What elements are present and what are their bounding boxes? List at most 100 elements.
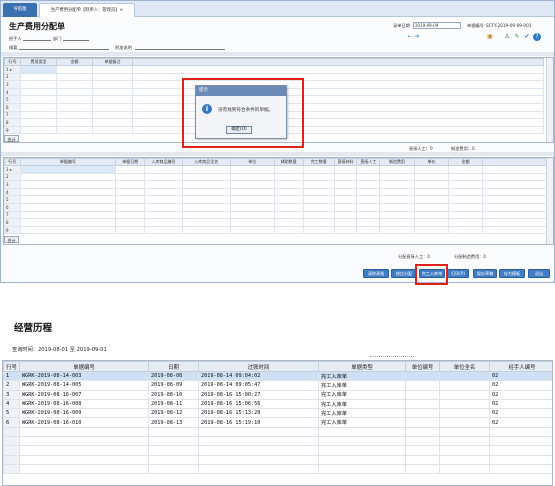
- table-row[interactable]: 7: [4, 210, 553, 220]
- table-row[interactable]: 1 ▸: [4, 165, 553, 174]
- grip-handle[interactable]: [370, 356, 414, 359]
- grid-cell[interactable]: [19, 172, 117, 182]
- grid-cell[interactable]: [482, 225, 553, 235]
- grid-cell[interactable]: [482, 172, 553, 182]
- grid-cell[interactable]: [92, 102, 133, 112]
- cell-unit-name[interactable]: [439, 370, 490, 382]
- grid-cell[interactable]: [181, 202, 231, 212]
- cell-handler[interactable]: 02: [489, 389, 552, 400]
- grid-cell[interactable]: [482, 202, 553, 212]
- grid-cell[interactable]: [115, 187, 146, 197]
- grid-cell[interactable]: [482, 165, 553, 174]
- grid-cell[interactable]: [92, 65, 133, 74]
- grid-cell[interactable]: [20, 80, 57, 89]
- grid-cell[interactable]: [356, 225, 381, 235]
- grid-cell[interactable]: [19, 210, 117, 220]
- grid-cell[interactable]: [302, 165, 335, 174]
- grid-cell[interactable]: [56, 87, 93, 97]
- grid-cell[interactable]: [181, 180, 231, 189]
- grid-cell[interactable]: [229, 187, 275, 197]
- grid-cell[interactable]: [482, 180, 553, 189]
- cell-handler[interactable]: 02: [489, 370, 552, 382]
- cell-unit-code[interactable]: [405, 389, 440, 400]
- table-row[interactable]: 4 WGRK-2019-08-16-008 2019-08-11 2019-08-16…: [3, 398, 552, 410]
- grid-cell[interactable]: [20, 110, 57, 120]
- grid-cell[interactable]: [448, 165, 484, 174]
- grid-cell[interactable]: [333, 195, 358, 204]
- grid-cell[interactable]: [19, 165, 117, 174]
- grid-cell[interactable]: [56, 65, 93, 74]
- print-button[interactable]: 打印(P): [447, 269, 469, 278]
- grid-cell[interactable]: [92, 87, 133, 97]
- table-row[interactable]: 3: [4, 180, 553, 189]
- grid-cell[interactable]: [273, 195, 304, 204]
- grid-cell[interactable]: [19, 187, 117, 197]
- grid-cell[interactable]: [56, 125, 93, 135]
- grid-cell[interactable]: [273, 225, 304, 235]
- save-icon[interactable]: ▣: [486, 33, 494, 41]
- table-row[interactable]: 8: [4, 218, 553, 227]
- allocate-button[interactable]: 按比分配: [391, 269, 417, 278]
- grid-cell[interactable]: [448, 195, 484, 204]
- grid-cell[interactable]: [448, 218, 484, 227]
- grid-cell[interactable]: [413, 187, 450, 197]
- grid-cell[interactable]: [356, 202, 381, 212]
- grid-cell[interactable]: [19, 202, 117, 212]
- cell-date[interactable]: 2019-08-10: [148, 389, 199, 400]
- cell-unit-code[interactable]: [405, 417, 440, 428]
- col-header[interactable]: 金额: [448, 158, 484, 166]
- grid-cell[interactable]: [144, 165, 183, 174]
- grid-cell[interactable]: [144, 195, 183, 204]
- grid-cell[interactable]: [379, 165, 415, 174]
- cell-date[interactable]: 2019-08-13: [148, 417, 199, 428]
- grid-cell[interactable]: [356, 218, 381, 227]
- col-header[interactable]: 单据编号: [19, 361, 149, 372]
- cell-code[interactable]: WGRK-2019-08-16-008: [19, 398, 149, 410]
- grid-cell[interactable]: [92, 80, 133, 89]
- cell-type[interactable]: 完工入库单: [318, 370, 406, 382]
- grid-cell[interactable]: [56, 102, 93, 112]
- table-row[interactable]: 6: [4, 202, 553, 212]
- tab-navigation[interactable]: 导航图: [3, 3, 37, 17]
- grid-cell[interactable]: [115, 225, 146, 235]
- col-header[interactable]: 入库商品编号: [144, 158, 183, 166]
- grid-cell[interactable]: [115, 195, 146, 204]
- grid-cell[interactable]: [302, 210, 335, 220]
- grid-cell[interactable]: [448, 187, 484, 197]
- cell-unit-code[interactable]: [405, 380, 440, 391]
- grid-cell[interactable]: [56, 118, 93, 127]
- grid-cell[interactable]: [181, 195, 231, 204]
- col-header[interactable]: 完工数量: [302, 158, 335, 166]
- note-field[interactable]: [135, 44, 225, 50]
- grid-cell[interactable]: [448, 172, 484, 182]
- grid-cell[interactable]: [333, 218, 358, 227]
- cell-date[interactable]: 2019-08-12: [148, 408, 199, 419]
- grid-cell[interactable]: [115, 180, 146, 189]
- grid-cell[interactable]: [413, 210, 450, 220]
- grid-cell[interactable]: [229, 172, 275, 182]
- cell-code[interactable]: WGRK-2019-08-14-005: [19, 380, 149, 391]
- grid-cell[interactable]: [482, 210, 553, 220]
- summary-field[interactable]: [19, 44, 109, 50]
- grid-cell[interactable]: [229, 210, 275, 220]
- col-header[interactable]: 金额: [56, 58, 93, 66]
- grid-cell[interactable]: [448, 225, 484, 235]
- grid-cell[interactable]: [448, 210, 484, 220]
- exit-button[interactable]: 退出: [528, 269, 550, 278]
- table-row[interactable]: 2 WGRK-2019-08-14-005 2019-08-09 2019-08-14…: [3, 380, 552, 391]
- grid-cell[interactable]: [115, 165, 146, 174]
- grid-cell[interactable]: [56, 80, 93, 89]
- grid-cell[interactable]: [482, 187, 553, 197]
- col-header[interactable]: 制造费用: [379, 158, 415, 166]
- grid-cell[interactable]: [56, 110, 93, 120]
- grid-cell[interactable]: [413, 172, 450, 182]
- cell-post[interactable]: 2019-08-16 15:13:28: [198, 408, 319, 419]
- grid-cell[interactable]: [144, 180, 183, 189]
- clear-table-button[interactable]: 清除表格: [363, 269, 389, 278]
- cell-type[interactable]: 完工入库单: [318, 398, 406, 410]
- table-row[interactable]: 6 WGRK-2019-08-16-010 2019-08-13 2019-08-16…: [3, 417, 552, 428]
- col-header[interactable]: 单据日期: [115, 158, 146, 166]
- grid-cell[interactable]: [333, 202, 358, 212]
- nav-next-icon[interactable]: ➔: [413, 33, 421, 41]
- grid-cell[interactable]: [181, 218, 231, 227]
